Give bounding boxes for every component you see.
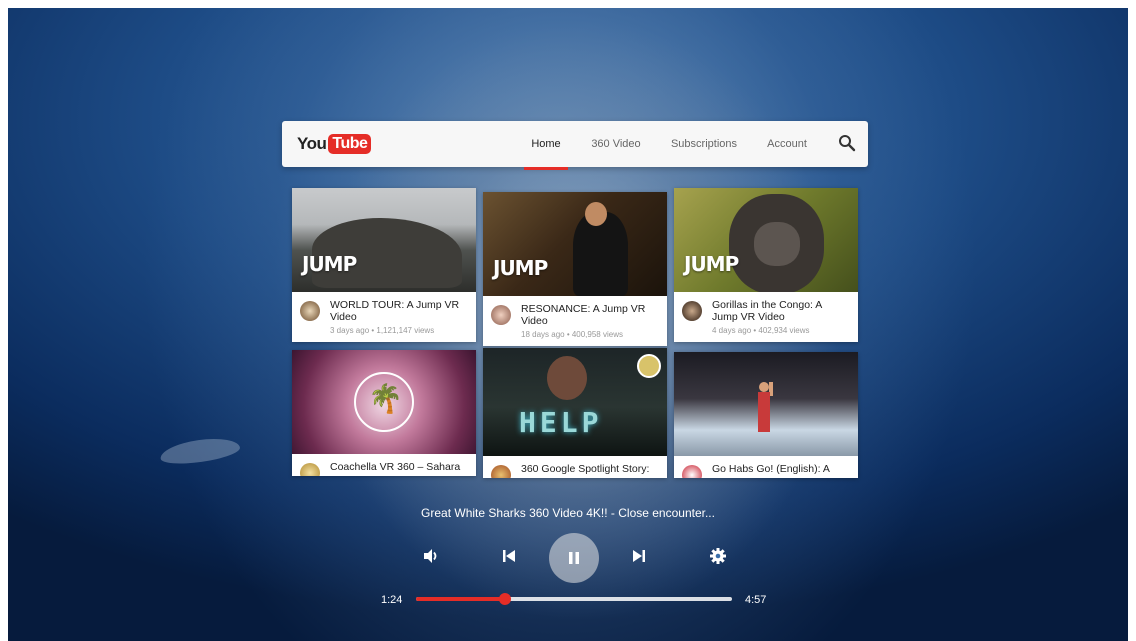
- pause-button[interactable]: [549, 533, 599, 583]
- jump-logo: JUMP: [302, 252, 357, 276]
- tab-account[interactable]: Account: [760, 121, 814, 167]
- progress-fill: [416, 597, 506, 601]
- spotlight-badge-icon: [637, 354, 661, 378]
- video-title[interactable]: Coachella VR 360 – Sahara: [330, 461, 468, 473]
- tab-360-video[interactable]: 360 Video: [586, 121, 646, 167]
- channel-avatar[interactable]: [682, 301, 702, 321]
- now-playing-title: Great White Sharks 360 Video 4K!! - Clos…: [421, 506, 715, 520]
- total-time: 4:57: [745, 594, 767, 606]
- channel-avatar[interactable]: [491, 465, 511, 478]
- jump-logo: JUMP: [684, 252, 739, 276]
- gear-icon[interactable]: [708, 546, 728, 566]
- volume-icon[interactable]: [421, 546, 441, 566]
- video-info: RESONANCE: A Jump VR Video 18 days ago •…: [483, 296, 667, 346]
- video-card[interactable]: JUMP RESONANCE: A Jump VR Video 18 days …: [483, 192, 667, 346]
- frame-border-top: [0, 0, 1136, 8]
- pause-icon: [569, 552, 579, 564]
- video-thumbnail[interactable]: JUMP: [292, 188, 476, 292]
- player-controls: [0, 530, 1136, 586]
- channel-avatar[interactable]: [300, 301, 320, 321]
- video-info: Gorillas in the Congo: A Jump VR Video 4…: [674, 292, 858, 342]
- active-tab-indicator: [524, 167, 568, 170]
- jump-logo: JUMP: [493, 256, 548, 280]
- channel-avatar[interactable]: [300, 463, 320, 476]
- tab-account-label: Account: [767, 138, 807, 150]
- video-title[interactable]: RESONANCE: A Jump VR Video: [521, 303, 659, 327]
- video-thumbnail[interactable]: 🌴: [292, 350, 476, 454]
- channel-avatar[interactable]: [682, 465, 702, 478]
- video-info: Coachella VR 360 – Sahara: [292, 454, 476, 476]
- video-title[interactable]: WORLD TOUR: A Jump VR Video: [330, 299, 468, 323]
- video-meta: 18 days ago • 400,958 views: [521, 330, 623, 339]
- search-icon[interactable]: [838, 134, 856, 152]
- previous-icon[interactable]: [499, 546, 519, 566]
- video-grid: JUMP WORLD TOUR: A Jump VR Video 3 days …: [292, 188, 858, 478]
- channel-avatar[interactable]: [491, 305, 511, 325]
- small-fish: [158, 434, 242, 468]
- current-time: 1:24: [381, 594, 403, 606]
- tab-subscriptions[interactable]: Subscriptions: [666, 121, 742, 167]
- progress-bar[interactable]: [416, 593, 732, 605]
- thumbnail-creature: [547, 356, 587, 400]
- thumbnail-face: [585, 202, 607, 226]
- video-card[interactable]: JUMP Gorillas in the Congo: A Jump VR Vi…: [674, 188, 858, 342]
- video-title[interactable]: Go Habs Go! (English): A: [712, 463, 850, 475]
- next-icon[interactable]: [629, 546, 649, 566]
- video-thumbnail[interactable]: JUMP: [674, 188, 858, 292]
- video-title[interactable]: Gorillas in the Congo: A Jump VR Video: [712, 299, 850, 323]
- palm-icon: 🌴: [368, 382, 403, 415]
- tab-360-video-label: 360 Video: [591, 138, 641, 150]
- video-meta: 3 days ago • 1,121,147 views: [330, 326, 435, 335]
- video-title[interactable]: 360 Google Spotlight Story:: [521, 463, 659, 475]
- video-info: WORLD TOUR: A Jump VR Video 3 days ago •…: [292, 292, 476, 342]
- video-thumbnail[interactable]: JUMP: [483, 192, 667, 296]
- video-info: Go Habs Go! (English): A: [674, 456, 858, 478]
- video-card[interactable]: Go Habs Go! (English): A: [674, 352, 858, 478]
- video-thumbnail[interactable]: [674, 352, 858, 456]
- tab-home[interactable]: Home: [524, 121, 568, 170]
- help-overlay-text: HELP: [519, 406, 603, 439]
- tab-home-label: Home: [531, 138, 561, 150]
- video-info: 360 Google Spotlight Story:: [483, 456, 667, 478]
- thumbnail-player-head: [759, 382, 769, 392]
- video-meta: 4 days ago • 402,934 views: [712, 326, 810, 335]
- thumbnail-player: [758, 392, 770, 432]
- video-card[interactable]: 🌴 Coachella VR 360 – Sahara: [292, 350, 476, 476]
- tab-subscriptions-label: Subscriptions: [670, 138, 738, 150]
- thumbnail-gorilla-face: [754, 222, 800, 266]
- youtube-header: You Tube Home 360 Video Subscriptions Ac…: [282, 121, 868, 170]
- video-thumbnail[interactable]: HELP: [483, 348, 667, 456]
- video-card[interactable]: HELP 360 Google Spotlight Story:: [483, 348, 667, 478]
- video-card[interactable]: JUMP WORLD TOUR: A Jump VR Video 3 days …: [292, 188, 476, 342]
- nav-tabs: Home 360 Video Subscriptions Account: [282, 121, 868, 170]
